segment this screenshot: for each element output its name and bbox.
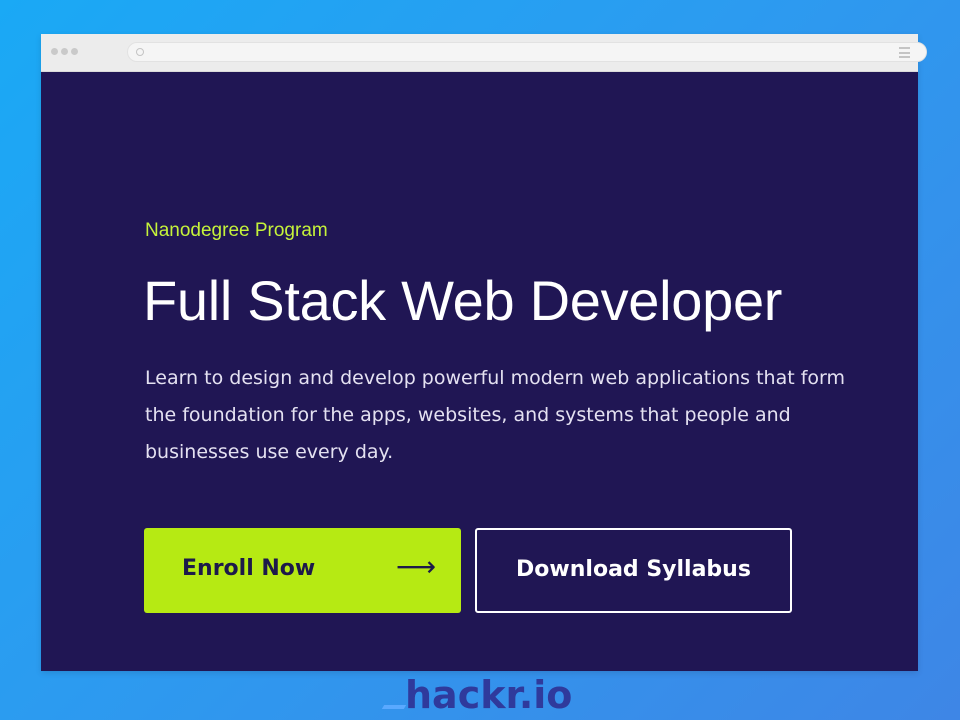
download-syllabus-button[interactable]: Download Syllabus (475, 528, 792, 613)
program-description: Learn to design and develop powerful mod… (145, 367, 846, 463)
download-syllabus-label: Download Syllabus (516, 557, 751, 582)
browser-window: Nanodegree Program Full Stack Web Develo… (41, 34, 927, 671)
enroll-now-label: Enroll Now (182, 556, 316, 581)
address-circle-icon (136, 48, 144, 56)
window-controls-icon[interactable] (51, 48, 78, 55)
logo-text: hackr.io (405, 673, 573, 717)
address-bar[interactable] (127, 42, 927, 62)
hackr-io-logo: hackr.io (381, 671, 573, 720)
logo-stripe-icon (381, 705, 407, 709)
enroll-now-button[interactable]: Enroll Now ⟶ (144, 528, 461, 613)
window-dot[interactable] (51, 48, 58, 55)
arrow-right-icon: ⟶ (396, 550, 437, 583)
hamburger-menu-icon[interactable] (899, 47, 910, 58)
program-eyebrow: Nanodegree Program (145, 220, 328, 241)
page-title: Full Stack Web Developer (143, 269, 783, 332)
browser-chrome-bar (41, 34, 927, 72)
window-dot[interactable] (71, 48, 78, 55)
window-dot[interactable] (61, 48, 68, 55)
